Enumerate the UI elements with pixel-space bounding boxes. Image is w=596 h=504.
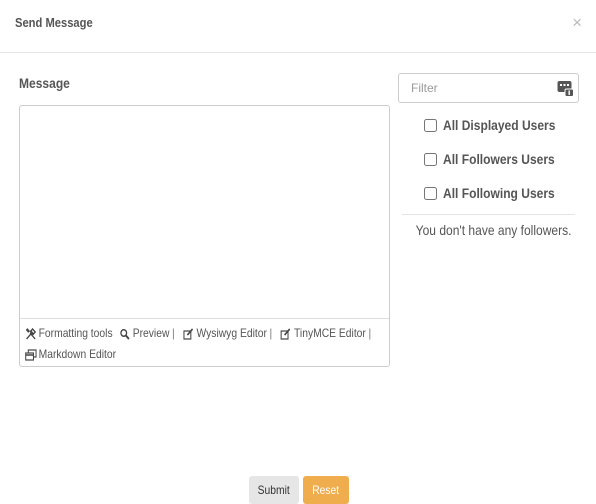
modal-header: Send Message × <box>0 0 596 53</box>
edit-icon <box>182 324 195 344</box>
markdown-editor-label: Markdown Editor <box>38 346 117 361</box>
magnifier-icon <box>118 324 131 344</box>
all-displayed-users-label: All Displayed Users <box>443 117 556 133</box>
checkbox-all-followers-users[interactable]: All Followers Users <box>424 151 573 167</box>
toolbar-row-1: Formatting tools Preview | Wysiwyg Edito… <box>24 323 371 344</box>
toolbar-separator: | <box>269 326 273 340</box>
wysiwyg-editor-label: Wysiwyg Editor <box>196 326 267 340</box>
wysiwyg-editor-button[interactable]: Wysiwyg Editor <box>182 323 267 344</box>
toolbar-row-2: Markdown Editor <box>24 344 335 365</box>
toolbar-separator: | <box>368 326 372 340</box>
no-followers-message: You don't have any followers. <box>402 222 586 238</box>
no-followers-text: You don't have any followers. <box>416 222 572 238</box>
checkbox-all-following-users[interactable]: All Following Users <box>424 185 573 201</box>
toolbar-separator: | <box>171 326 175 340</box>
preview-label: Preview <box>132 326 170 340</box>
tinymce-editor-button[interactable]: TinyMCE Editor <box>279 323 366 344</box>
markdown-window-icon <box>24 345 37 365</box>
tinymce-editor-label: TinyMCE Editor <box>293 326 366 340</box>
reset-label: Reset <box>312 483 340 497</box>
wrench-screwdriver-icon <box>24 324 37 344</box>
all-following-users-label: All Following Users <box>443 185 555 201</box>
checkbox-all-displayed-users[interactable]: All Displayed Users <box>424 117 574 133</box>
reset-button[interactable]: Reset <box>303 476 349 504</box>
edit-icon <box>279 324 292 344</box>
preview-button[interactable]: Preview <box>118 323 169 344</box>
filter-field <box>398 73 579 103</box>
all-followers-users-label: All Followers Users <box>443 151 555 167</box>
modal-title: Send Message <box>15 15 93 30</box>
close-button[interactable]: × <box>572 14 582 31</box>
editor-toolbar: Formatting tools Preview | Wysiwyg Edito… <box>24 323 386 365</box>
all-displayed-users-checkbox[interactable] <box>424 118 437 132</box>
message-textarea[interactable] <box>20 106 389 319</box>
markdown-editor-button[interactable]: Markdown Editor <box>24 344 116 365</box>
filter-input[interactable] <box>399 74 554 102</box>
formatting-tools-label: Formatting tools <box>38 326 113 340</box>
all-following-users-checkbox[interactable] <box>424 186 437 200</box>
submit-label: Submit <box>257 483 291 497</box>
users-divider <box>402 214 575 215</box>
all-followers-users-checkbox[interactable] <box>424 152 437 166</box>
message-editor: Formatting tools Preview | Wysiwyg Edito… <box>19 105 390 367</box>
formatting-tools-button[interactable]: Formatting tools <box>24 323 113 344</box>
message-label: Message <box>19 75 70 91</box>
filter-users-icon[interactable] <box>557 80 574 97</box>
submit-button[interactable]: Submit <box>249 476 299 504</box>
